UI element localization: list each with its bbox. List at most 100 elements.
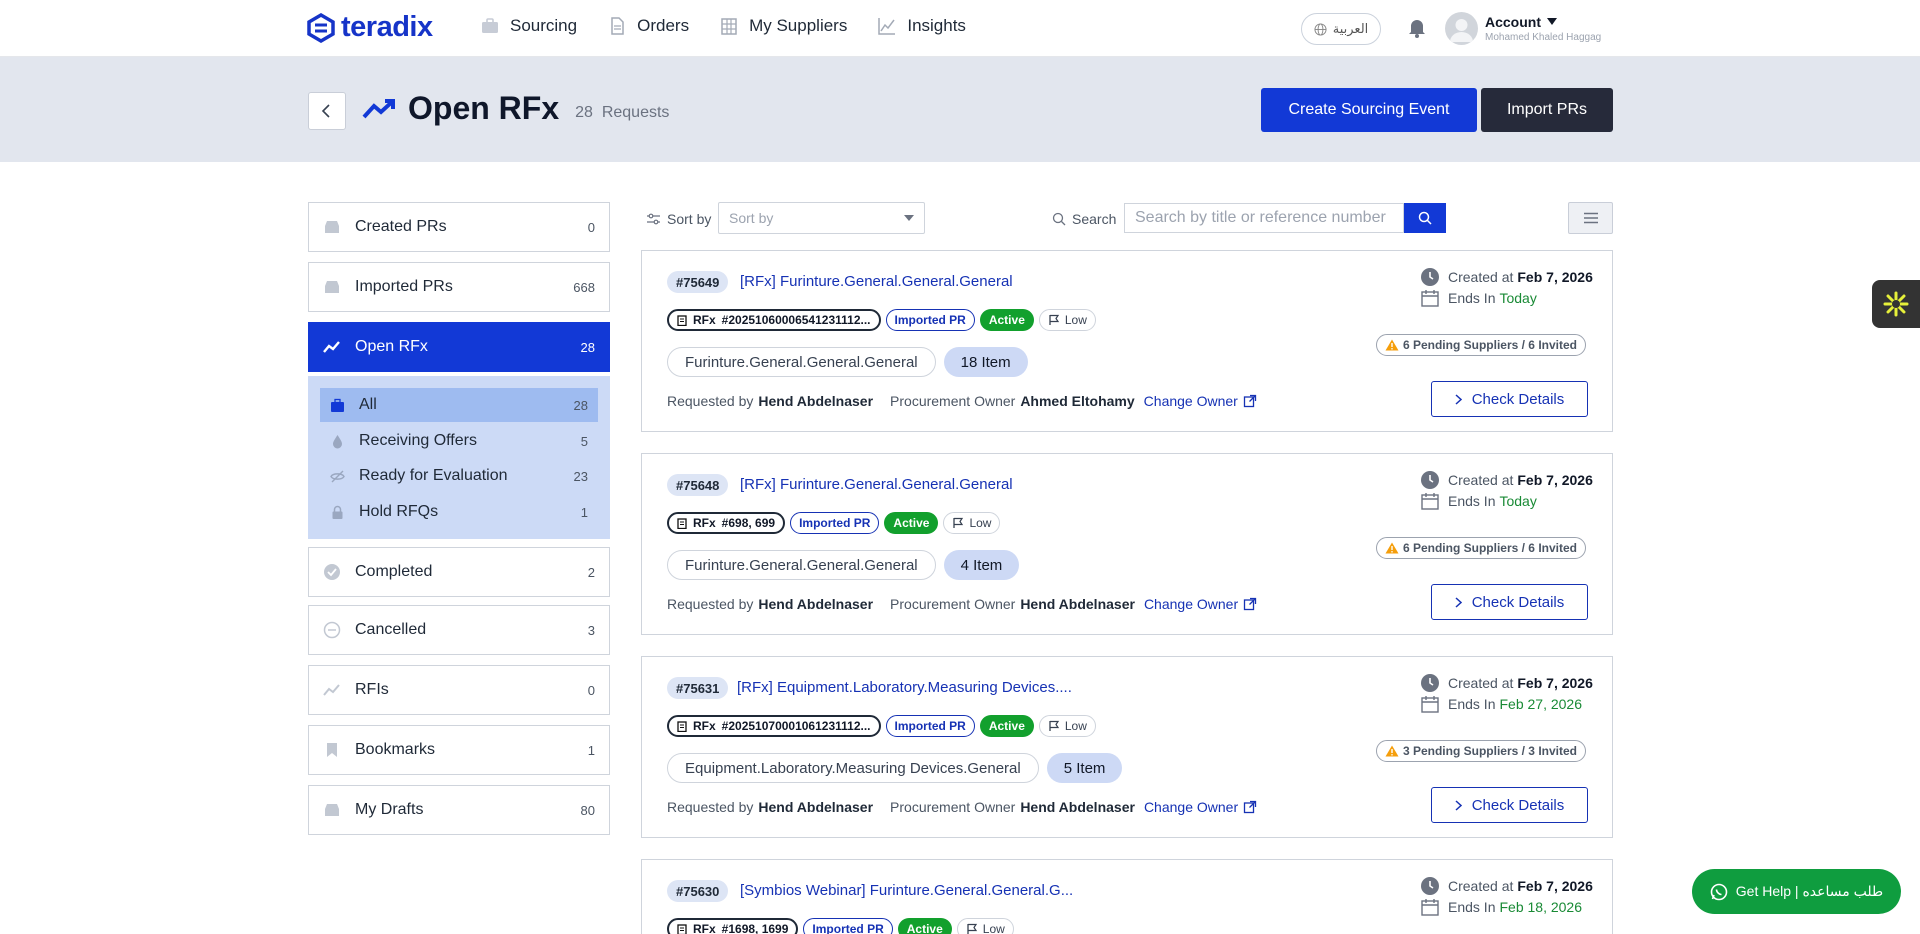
get-help-button[interactable]: Get Help | طلب مساعده <box>1692 869 1901 914</box>
rfx-label: RFx <box>693 313 716 327</box>
ends-in: Ends In Today <box>1420 289 1537 307</box>
teradix-logo[interactable]: teradix <box>307 11 433 44</box>
check-details-button[interactable]: Check Details <box>1431 584 1588 620</box>
rfx-reference: #20251060006541231112... <box>721 313 871 327</box>
list-view-toggle[interactable] <box>1568 202 1613 234</box>
pending-suppliers-badge: 3 Pending Suppliers / 3 Invited <box>1375 740 1586 762</box>
status-badge: Active <box>979 309 1034 331</box>
caret-down-icon <box>1547 18 1557 25</box>
submenu-item-label: Ready for Evaluation <box>359 467 508 484</box>
rfx-title-link[interactable]: [RFx] Furinture.General.General.General <box>740 273 1013 290</box>
submenu-item-all[interactable]: All 28 <box>320 388 598 422</box>
rfx-reference-tag[interactable]: RFx #20251070001061231112... <box>667 715 881 737</box>
warning-icon <box>1385 745 1399 757</box>
clipboard-icon <box>677 924 687 934</box>
accessibility-widget[interactable] <box>1872 280 1920 328</box>
requested-by-label: Requested by <box>667 596 754 612</box>
sidebar-item-open-rfx[interactable]: Open RFx 28 <box>308 322 610 372</box>
clipboard-icon <box>677 315 687 326</box>
create-sourcing-event-button[interactable]: Create Sourcing Event <box>1261 88 1477 132</box>
ends-date: Today <box>1499 290 1537 306</box>
requester-name: Hend Abdelnaser <box>758 596 874 612</box>
check-details-button[interactable]: Check Details <box>1431 381 1588 417</box>
sidebar-item-bookmarks[interactable]: Bookmarks 1 <box>308 725 610 775</box>
request-count-value: 28 <box>575 103 593 121</box>
brand-name: teradix <box>341 11 433 43</box>
category-chip: Furinture.General.General.General <box>667 347 936 377</box>
rfx-label: RFx <box>693 719 716 733</box>
nav-orders[interactable]: Orders <box>607 16 689 36</box>
sidebar-item-label: RFIs <box>355 681 389 698</box>
change-owner-link[interactable]: Change Owner <box>1144 393 1238 409</box>
sidebar-item-rfis[interactable]: RFIs 0 <box>308 665 610 715</box>
submenu-item-hold-rfqs[interactable]: Hold RFQs 1 <box>320 495 598 529</box>
sidebar-item-label: Cancelled <box>355 621 427 638</box>
check-details-button[interactable]: Check Details <box>1431 787 1588 823</box>
sidebar-item-count: 28 <box>580 339 595 355</box>
chevron-right-icon <box>1455 799 1462 811</box>
import-prs-button[interactable]: Import PRs <box>1481 88 1613 132</box>
open-rfx-submenu: All 28 Receiving Offers 5 Ready for Eval… <box>308 376 610 539</box>
priority-label: Low <box>1064 313 1087 327</box>
change-owner-link[interactable]: Change Owner <box>1144 799 1238 815</box>
imported-pr-tag: Imported PR <box>790 512 880 534</box>
account-user-name: Mohamed Khaled Haggag <box>1485 32 1602 43</box>
requester-name: Hend Abdelnaser <box>758 393 874 409</box>
nav-sourcing[interactable]: Sourcing <box>480 16 577 36</box>
rfx-title-link[interactable]: [Symbios Webinar] Furinture.General.Gene… <box>740 882 1073 899</box>
language-toggle[interactable]: العربية <box>1301 13 1381 45</box>
external-link-icon[interactable] <box>1243 394 1257 408</box>
rfx-reference-tag[interactable]: RFx #20251060006541231112... <box>667 309 881 331</box>
external-link-icon[interactable] <box>1243 597 1257 611</box>
sidebar-item-completed[interactable]: Completed 2 <box>308 547 610 597</box>
pending-suppliers-text: 6 Pending Suppliers / 6 Invited <box>1402 338 1577 352</box>
sidebar-item-count: 1 <box>587 742 595 758</box>
nav-sourcing-label: Sourcing <box>510 16 578 35</box>
sidebar-item-my-drafts[interactable]: My Drafts 80 <box>308 785 610 835</box>
rfx-title-link[interactable]: [RFx] Furinture.General.General.General <box>740 476 1013 493</box>
avatar[interactable] <box>1445 12 1478 45</box>
external-link-icon[interactable] <box>1243 800 1257 814</box>
rfx-title-link[interactable]: [RFx] Equipment.Laboratory.Measuring Dev… <box>737 679 1072 696</box>
priority-label: Low <box>969 516 992 530</box>
sidebar-item-created-prs[interactable]: Created PRs 0 <box>308 202 610 252</box>
change-owner-link[interactable]: Change Owner <box>1144 596 1238 612</box>
document-icon <box>611 17 624 35</box>
bell-icon[interactable] <box>1405 15 1429 39</box>
created-at: Created at Feb 7, 2026 <box>1420 267 1593 287</box>
sidebar-item-cancelled[interactable]: Cancelled 3 <box>308 605 610 655</box>
sidebar-item-count: 0 <box>587 682 595 698</box>
check-details-label: Check Details <box>1471 390 1565 408</box>
sidebar-item-count: 0 <box>587 219 595 235</box>
sidebar-item-imported-prs[interactable]: Imported PRs 668 <box>308 262 610 312</box>
created-at: Created at Feb 7, 2026 <box>1420 673 1593 693</box>
rfx-reference: #1698, 1699 <box>721 922 789 934</box>
ends-in: Ends In Today <box>1420 492 1537 510</box>
rfx-card: #75631 [RFx] Equipment.Laboratory.Measur… <box>641 656 1613 838</box>
submenu-item-ready-for-evaluation[interactable]: Ready for Evaluation 23 <box>320 459 598 493</box>
submenu-item-receiving-offers[interactable]: Receiving Offers 5 <box>320 424 598 458</box>
sort-by-label: Sort by <box>646 211 711 227</box>
back-button[interactable] <box>308 92 346 130</box>
search-icon <box>1052 212 1066 226</box>
nav-insights[interactable]: Insights <box>877 16 966 36</box>
requester-name: Hend Abdelnaser <box>758 799 874 815</box>
rfx-reference-tag[interactable]: RFx #698, 699 <box>667 512 786 534</box>
imported-pr-tag: Imported PR <box>885 309 975 331</box>
created-at: Created at Feb 7, 2026 <box>1420 470 1593 490</box>
bookmark-icon <box>327 743 337 757</box>
account-label: Account <box>1485 14 1541 30</box>
inbox-icon <box>325 221 339 233</box>
nav-my-suppliers[interactable]: My Suppliers <box>719 16 847 36</box>
account-menu[interactable]: Account Mohamed Khaled Haggag <box>1485 14 1601 43</box>
drop-icon <box>333 434 342 448</box>
whatsapp-icon <box>1710 883 1728 900</box>
briefcase-icon <box>331 398 344 412</box>
requested-by-label: Requested by <box>667 393 754 409</box>
rfx-reference-tag[interactable]: RFx #1698, 1699 <box>667 918 799 934</box>
sort-select[interactable]: Sort by <box>718 202 925 234</box>
sidebar-item-count: 80 <box>580 802 595 818</box>
rfx-card: #75649 [RFx] Furinture.General.General.G… <box>641 250 1613 432</box>
search-input[interactable] <box>1124 203 1404 233</box>
search-button[interactable] <box>1404 203 1446 233</box>
